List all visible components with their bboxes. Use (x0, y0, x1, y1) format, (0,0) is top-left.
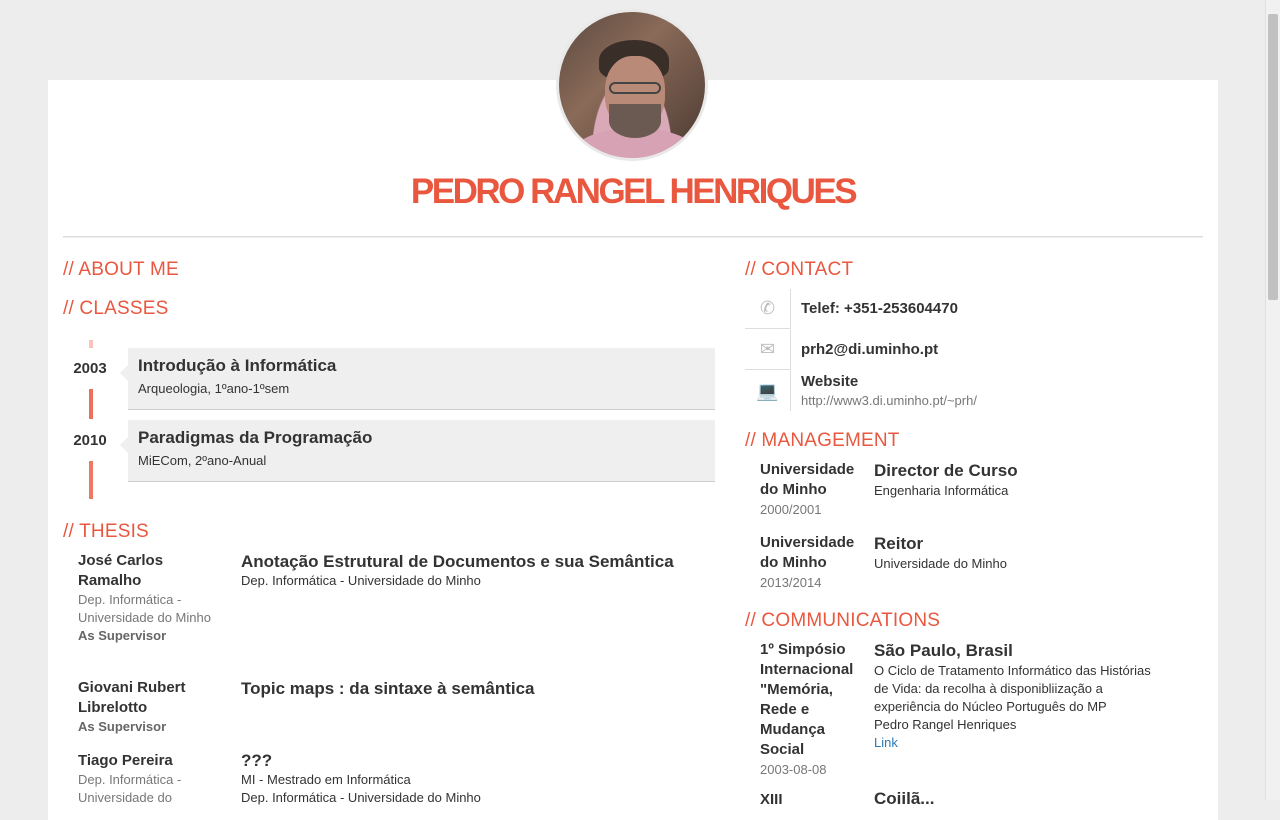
timeline-line (89, 340, 93, 348)
communication-event: XIII (760, 791, 783, 808)
thesis-title: ??? (241, 751, 273, 770)
management-role: Director de Curso (874, 461, 1018, 480)
communication-place: São Paulo, Brasil (874, 641, 1013, 660)
section-classes-title: // CLASSES (63, 298, 169, 319)
thesis-title: Topic maps : da sintaxe à semântica (241, 679, 535, 698)
profile-avatar (556, 9, 708, 161)
management-role: Reitor (874, 534, 924, 553)
thesis-student-affiliation: Dep. Informática - Universidade do Minho (78, 592, 211, 625)
communication-place: Coiilã... (874, 789, 935, 808)
thesis-student-name: José Carlos Ramalho (78, 552, 164, 589)
thesis-work: ??? MI - Mestrado em Informática Dep. In… (241, 751, 711, 807)
contact-phone-text: Telef: +351-253604470 (801, 300, 958, 317)
page-scrollbar[interactable] (1265, 0, 1280, 800)
contact-website-label: Website (801, 373, 859, 390)
class-year: 2010 (73, 432, 107, 449)
thesis-student: Tiago Pereira Dep. Informática - Univers… (78, 751, 218, 807)
communication-link[interactable]: Link (874, 735, 898, 750)
section-management-title: // MANAGEMENT (745, 430, 900, 451)
contact-website: 💻 Website http://www3.di.uminho.pt/~prh/ (745, 371, 1205, 411)
thesis-role: As Supervisor (78, 719, 167, 734)
management-org: Universidade do Minho (760, 534, 855, 571)
contact-website-link[interactable]: http://www3.di.uminho.pt/~prh/ (801, 393, 977, 408)
communication-author: Pedro Rangel Henriques (874, 717, 1017, 732)
communication-title: O Ciclo de Tratamento Informático das Hi… (874, 663, 1151, 714)
management-year: 2000/2001 (760, 502, 822, 517)
management-detail: Universidade do Minho (874, 556, 1007, 571)
thesis-student-name: Giovani Rubert Librelotto (78, 679, 186, 716)
section-thesis-title: // THESIS (63, 521, 149, 542)
communication-event: 1º Simpósio Internacional "Memória, Rede… (760, 641, 854, 758)
management-detail: Engenharia Informática (874, 483, 1009, 498)
contact-email: ✉ prh2@di.uminho.pt (745, 330, 1205, 370)
communication-date: 2003-08-08 (760, 762, 827, 777)
class-subtitle: MiECom, 2ºano-Anual (138, 453, 267, 468)
thesis-student: Giovani Rubert Librelotto As Supervisor (78, 678, 218, 736)
communication-details: O Ciclo de Tratamento Informático das Hi… (874, 662, 1164, 752)
class-subtitle: Arqueologia, 1ºano-1ºsem (138, 381, 290, 396)
class-title: Paradigmas da Programação (138, 428, 373, 447)
section-about-title: // ABOUT ME (63, 259, 179, 280)
class-item: Paradigmas da Programação MiECom, 2ºano-… (120, 420, 715, 482)
phone-icon: ✆ (745, 289, 791, 329)
thesis-role: As Supervisor (78, 628, 167, 643)
thesis-work: Topic maps : da sintaxe à semântica (241, 679, 711, 699)
class-year: 2003 (73, 360, 107, 377)
class-item: Introdução à Informática Arqueologia, 1º… (120, 348, 715, 410)
thesis-student-affiliation: Dep. Informática - Universidade do (78, 772, 182, 805)
profile-name: PEDRO RANGEL HENRIQUES (410, 172, 858, 211)
thesis-detail: Dep. Informática - Universidade do Minho (241, 790, 481, 805)
management-year: 2013/2014 (760, 575, 822, 590)
timeline-line (89, 389, 93, 419)
scrollbar-thumb[interactable] (1268, 14, 1278, 300)
management-org: Universidade do Minho (760, 461, 855, 498)
thesis-title: Anotação Estrutural de Documentos e sua … (241, 552, 674, 571)
thesis-student: José Carlos Ramalho Dep. Informática - U… (78, 551, 218, 645)
laptop-icon: 💻 (745, 371, 791, 411)
contact-email-text[interactable]: prh2@di.uminho.pt (801, 341, 938, 358)
header-divider (63, 236, 1203, 238)
thesis-student-name: Tiago Pereira (78, 752, 173, 769)
contact-phone: ✆ Telef: +351-253604470 (745, 289, 1205, 329)
thesis-detail: Dep. Informática - Universidade do Minho (241, 573, 481, 588)
thesis-detail: MI - Mestrado em Informática (241, 772, 411, 787)
class-title: Introdução à Informática (138, 356, 337, 375)
section-communications-title: // COMMUNICATIONS (745, 610, 941, 631)
thesis-work: Anotação Estrutural de Documentos e sua … (241, 552, 711, 590)
envelope-icon: ✉ (745, 330, 791, 370)
section-contact-title: // CONTACT (745, 259, 854, 280)
timeline-line (89, 461, 93, 499)
